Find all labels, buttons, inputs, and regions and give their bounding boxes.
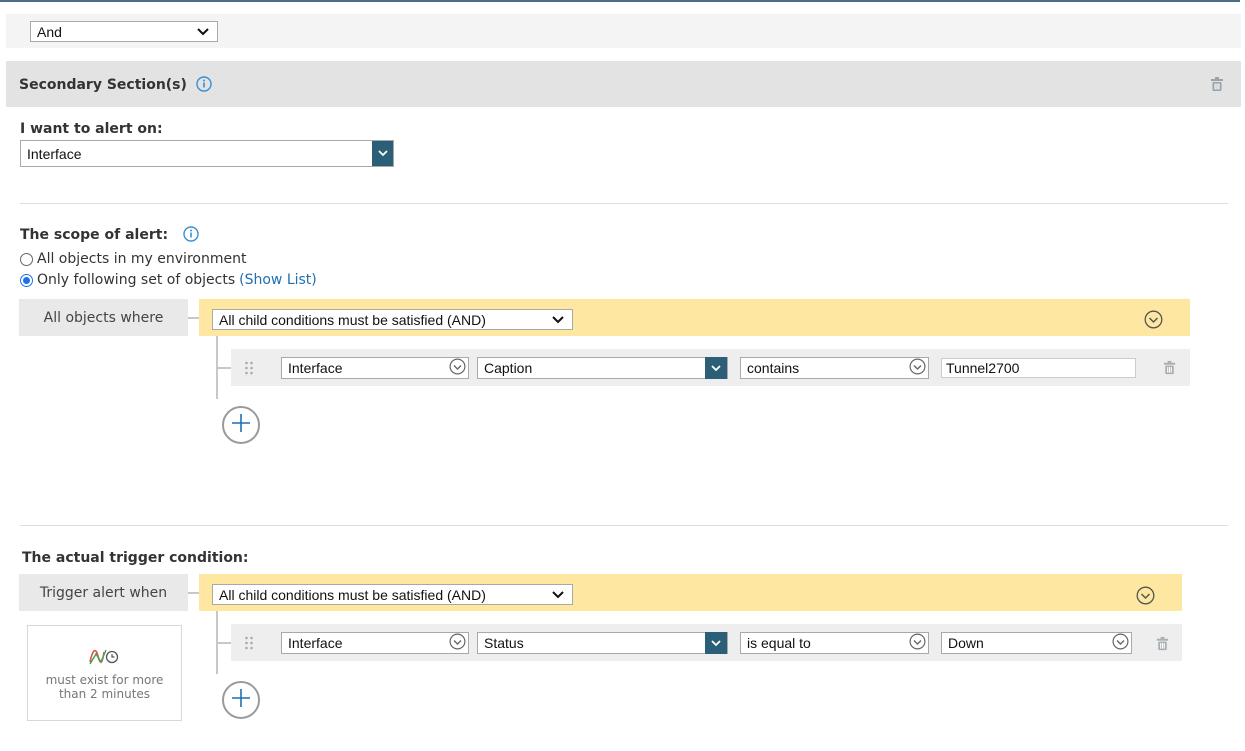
info-icon[interactable] xyxy=(196,76,212,92)
trigger-field-value: Status xyxy=(484,635,524,651)
section-title: Secondary Section(s) xyxy=(19,76,212,93)
tree-connector xyxy=(216,642,232,644)
chevron-circle-icon xyxy=(1112,633,1129,653)
scope-value-input[interactable]: Tunnel2700 xyxy=(941,358,1136,378)
chevron-circle-icon xyxy=(449,633,466,653)
scope-operator-select[interactable]: contains xyxy=(740,357,929,379)
all-objects-where-label: All objects where xyxy=(19,299,188,336)
duration-line-1: must exist for more xyxy=(45,673,164,687)
scope-object-select[interactable]: Interface xyxy=(281,357,469,379)
plus-icon xyxy=(231,413,251,437)
scope-label-text: The scope of alert: xyxy=(20,227,169,243)
collapse-circle-icon[interactable] xyxy=(1136,586,1155,609)
trigger-value-select[interactable]: Down xyxy=(941,632,1132,654)
top-border xyxy=(0,0,1240,2)
trigger-label: The actual trigger condition: xyxy=(22,550,249,566)
scope-value-text: Tunnel2700 xyxy=(946,360,1020,376)
plus-icon xyxy=(231,688,251,712)
trigger-when-label: Trigger alert when xyxy=(19,574,188,611)
scope-field-value: Caption xyxy=(484,360,533,376)
trash-icon[interactable] xyxy=(1209,76,1225,96)
trigger-field-select[interactable]: Status xyxy=(477,632,728,654)
alert-on-label: I want to alert on: xyxy=(20,121,163,137)
scope-option-following[interactable]: Only following set of objects (Show List… xyxy=(20,272,317,288)
chevron-down-icon xyxy=(550,312,566,328)
scope-option-following-label: Only following set of objects xyxy=(37,272,236,288)
section-header: Secondary Section(s) xyxy=(6,61,1241,107)
trigger-operator-value: is equal to xyxy=(747,635,811,651)
collapse-circle-icon[interactable] xyxy=(1144,310,1163,333)
show-list-link[interactable]: (Show List) xyxy=(239,272,317,288)
drag-handle-icon[interactable] xyxy=(244,635,254,654)
add-scope-condition-button[interactable] xyxy=(222,406,260,444)
scope-field-select[interactable]: Caption xyxy=(477,357,728,379)
chevron-down-icon xyxy=(705,357,727,379)
chevron-down-icon xyxy=(550,587,566,603)
trigger-operator-select[interactable]: is equal to xyxy=(740,632,929,654)
info-icon[interactable] xyxy=(183,226,199,242)
trash-icon[interactable] xyxy=(1155,636,1170,655)
chevron-circle-icon xyxy=(909,633,926,653)
add-trigger-condition-button[interactable] xyxy=(222,681,260,719)
drag-handle-icon[interactable] xyxy=(244,360,254,379)
chevron-down-icon xyxy=(705,632,727,654)
chevron-circle-icon xyxy=(909,358,926,378)
radio-all[interactable] xyxy=(20,252,33,266)
top-operator-value: And xyxy=(37,23,62,40)
scope-option-all[interactable]: All objects in my environment xyxy=(20,251,246,267)
alert-on-value: Interface xyxy=(27,145,82,162)
radio-following[interactable] xyxy=(20,273,33,287)
scope-object-value: Interface xyxy=(288,360,343,376)
alert-on-select[interactable]: Interface xyxy=(20,140,394,167)
top-operator-select[interactable]: And xyxy=(30,21,218,42)
scope-group-operator-value: All child conditions must be satisfied (… xyxy=(219,311,486,328)
duration-box[interactable]: must exist for more than 2 minutes xyxy=(27,625,182,721)
tree-connector xyxy=(216,367,232,369)
trigger-group-operator-value: All child conditions must be satisfied (… xyxy=(219,586,486,603)
chevron-circle-icon xyxy=(449,358,466,378)
scope-option-all-label: All objects in my environment xyxy=(37,251,247,267)
trash-icon[interactable] xyxy=(1162,360,1177,379)
chevron-down-icon xyxy=(195,24,211,40)
duration-line-2: than 2 minutes xyxy=(58,687,151,701)
trigger-value-text: Down xyxy=(948,635,984,651)
divider xyxy=(20,525,1228,526)
scope-group-operator-select[interactable]: All child conditions must be satisfied (… xyxy=(212,309,573,330)
trigger-object-value: Interface xyxy=(288,635,343,651)
trigger-object-select[interactable]: Interface xyxy=(281,632,469,654)
scope-operator-value: contains xyxy=(747,360,800,376)
duration-icon xyxy=(28,644,181,671)
section-title-text: Secondary Section(s) xyxy=(19,77,187,93)
divider xyxy=(20,203,1228,204)
scope-label: The scope of alert: xyxy=(20,226,199,243)
trigger-group-operator-select[interactable]: All child conditions must be satisfied (… xyxy=(212,584,573,605)
chevron-down-icon xyxy=(372,141,393,166)
